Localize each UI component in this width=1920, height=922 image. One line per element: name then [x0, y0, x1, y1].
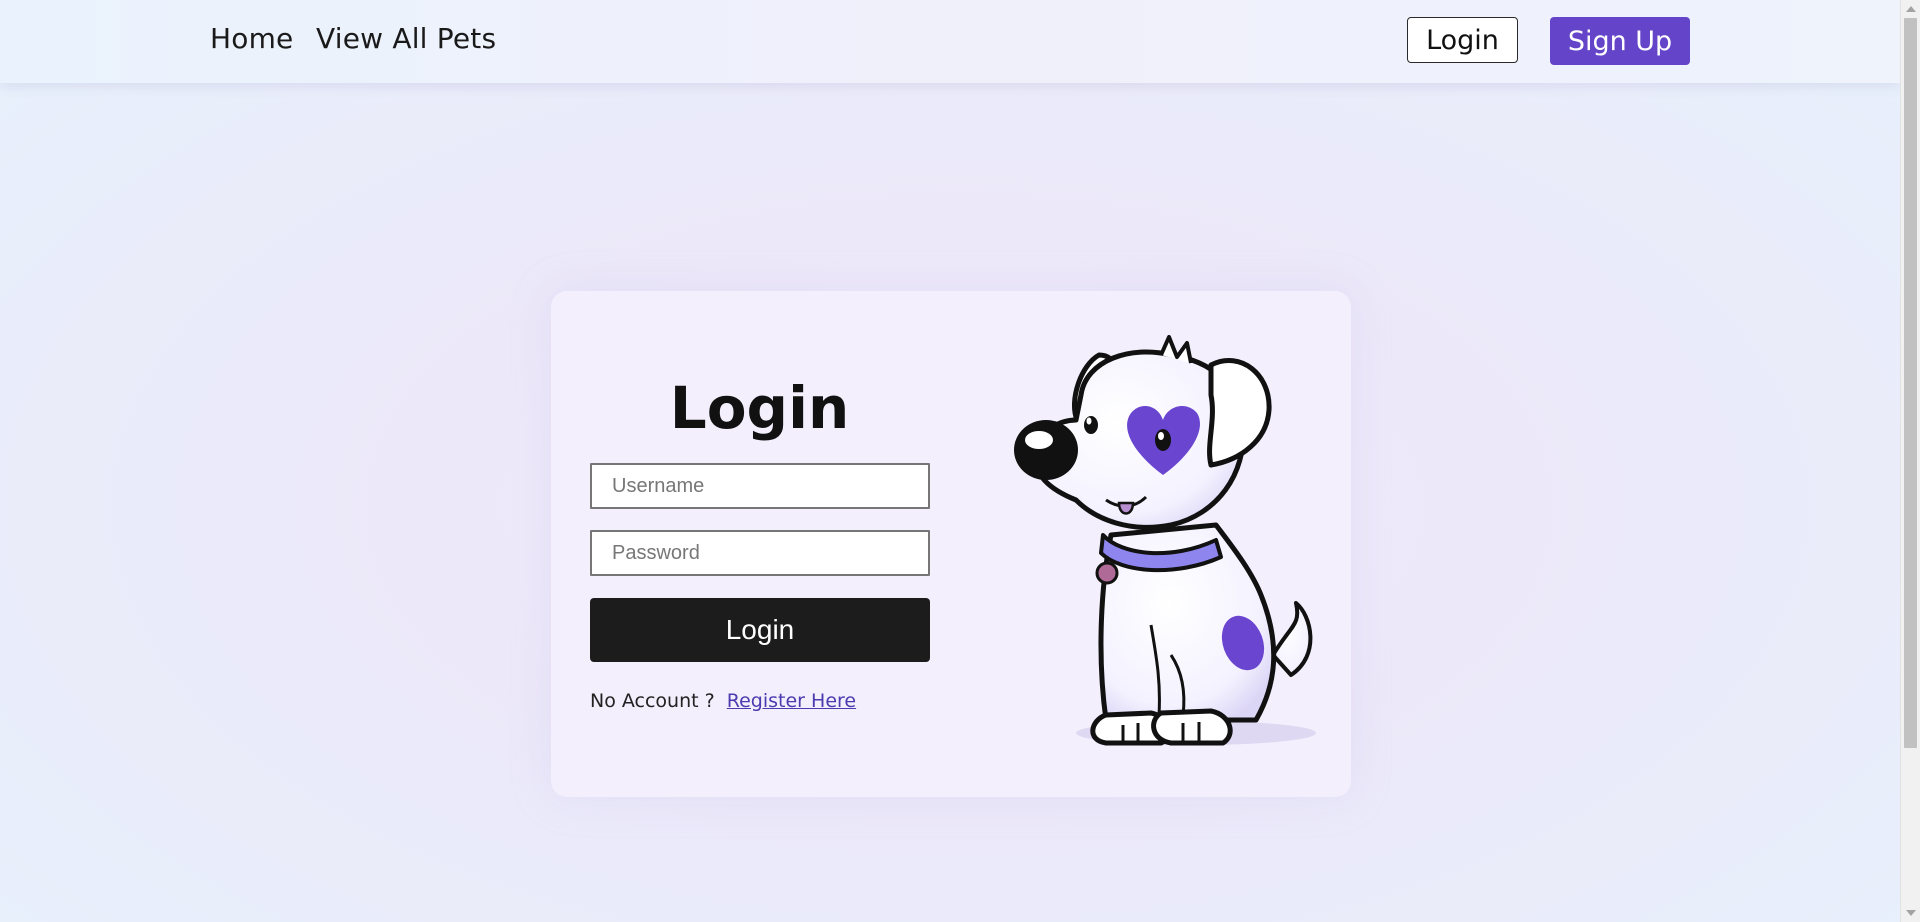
scroll-up-icon[interactable]	[1906, 6, 1916, 12]
dog-illustration	[1014, 335, 1316, 746]
register-link[interactable]: Register Here	[727, 690, 856, 712]
page-scrollbar[interactable]	[1900, 0, 1920, 922]
login-card: Login Login No Account ? Register Here	[551, 291, 1351, 797]
register-prompt: No Account ? Register Here	[590, 690, 856, 712]
password-input[interactable]	[590, 530, 930, 576]
nav-link-view-all-pets[interactable]: View All Pets	[316, 22, 496, 55]
nav-signup-button[interactable]: Sign Up	[1550, 17, 1690, 65]
no-account-text: No Account ?	[590, 690, 715, 712]
nav-login-button[interactable]: Login	[1407, 17, 1518, 63]
login-title: Login	[669, 374, 850, 442]
scroll-down-icon[interactable]	[1906, 910, 1916, 916]
login-submit-button[interactable]: Login	[590, 598, 930, 662]
username-input[interactable]	[590, 463, 930, 509]
top-navbar: Home View All Pets Login Sign Up	[0, 0, 1900, 83]
nav-link-home[interactable]: Home	[210, 22, 294, 55]
scroll-thumb[interactable]	[1904, 18, 1917, 748]
